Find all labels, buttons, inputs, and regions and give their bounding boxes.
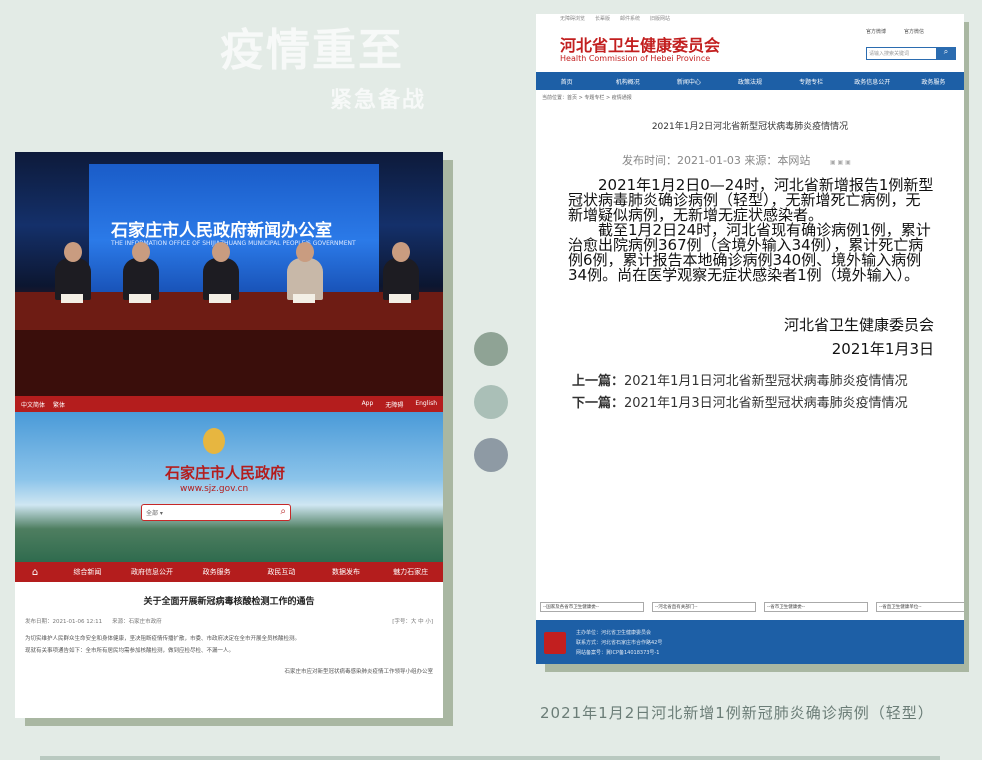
nav-item[interactable]: 政务服务 <box>184 567 249 577</box>
nav-item[interactable]: 机构概况 <box>597 77 658 86</box>
app-link[interactable]: App <box>362 400 374 409</box>
name-plaque <box>209 294 231 303</box>
nav-item[interactable]: 新闻中心 <box>658 77 719 86</box>
accessibility-link[interactable]: 无障碍 <box>385 400 403 409</box>
social-links: 官方微博 官方微信 <box>866 28 924 35</box>
screen-title: 石家庄市人民政府新闻办公室 <box>111 221 332 241</box>
article-body: 2021年1月2日0—24时，河北省新增报告1例新型冠状病毒肺炎确诊病例（轻型）… <box>536 168 964 283</box>
decor-dot <box>474 332 508 366</box>
caption: 2021年1月2日河北新增1例新冠肺炎确诊病例（轻型） <box>540 704 934 722</box>
related-site-select[interactable]: --河北省直有关部门-- <box>652 602 756 612</box>
site-header: 河北省卫生健康委员会 Health Commission of Hebei Pr… <box>536 24 964 72</box>
signature-date: 2021年1月3日 <box>831 340 934 358</box>
article-meta: 发布日期：2021-01-06 12:11 来源：石家庄市政府 [字号：大 中 … <box>15 607 443 625</box>
search-input[interactable]: 请输入搜索关键词 ⌕ <box>866 47 956 60</box>
article-line: 现就有关事项通告如下：全市所有居民均需参加核酸检测，做到应检尽检、不漏一人。 <box>25 648 235 654</box>
national-emblem-icon <box>203 428 225 454</box>
nav-item[interactable]: 首页 <box>536 77 597 86</box>
name-plaque <box>61 294 83 303</box>
org-name: 河北省卫生健康委员会 <box>560 36 721 55</box>
search-icon[interactable]: ⌕ <box>280 506 286 517</box>
article-line: 为切实维护人民群众生命安全和身体健康，坚决阻断疫情传播扩散，市委、市政府决定在全… <box>25 636 301 642</box>
font-size-control[interactable]: [字号：大 中 小] <box>392 617 433 625</box>
signature-org: 河北省卫生健康委员会 <box>783 316 934 334</box>
name-plaque <box>129 294 151 303</box>
top-link[interactable]: 无障碍浏览 <box>560 15 585 23</box>
lang-traditional-link[interactable]: 繁体 <box>53 400 65 409</box>
name-plaque <box>389 294 411 303</box>
home-icon[interactable]: ⌂ <box>15 567 55 578</box>
top-link[interactable]: 邮件系统 <box>620 15 640 23</box>
english-link[interactable]: English <box>415 400 437 409</box>
site-topbar: 中文简体 繁体 App 无障碍 English <box>15 396 443 412</box>
article-title: 关于全面开展新冠病毒核酸检测工作的通告 <box>143 597 315 607</box>
site-hero: 石家庄市人民政府 www.sjz.gov.cn 全部 ▾ ⌕ <box>15 412 443 562</box>
article-body: 为切实维护人民群众生命安全和身体健康，坚决阻断疫情传播扩散，市委、市政府决定在全… <box>15 625 443 657</box>
nav-item[interactable]: 政策法规 <box>719 77 780 86</box>
prev-next-links: 上一篇：2021年1月1日河北省新型冠状病毒肺炎疫情情况 下一篇：2021年1月… <box>536 361 964 415</box>
site-name: 石家庄市人民政府 <box>165 464 286 482</box>
nav-item[interactable]: 综合新闻 <box>55 567 120 577</box>
article-meta: 发布时间：2021-01-03 来源：本网站 ▣ ▣ ▣ <box>622 154 851 167</box>
nav-item[interactable]: 数据发布 <box>314 567 379 577</box>
org-name-en: Health Commission of Hebei Province <box>560 54 711 63</box>
footer-line: 网站备案号：冀ICP备14018373号-1 <box>576 650 660 656</box>
headline-title: 疫情重至 <box>220 25 404 76</box>
top-links: 无障碍浏览 长辈版 邮件系统 旧版网站 <box>536 14 964 24</box>
article-title: 2021年1月2日河北省新型冠状病毒肺炎疫情情况 <box>651 122 849 132</box>
prev-article-link[interactable]: 上一篇：2021年1月1日河北省新型冠状病毒肺炎疫情情况 <box>572 371 934 393</box>
site-search-input[interactable]: 全部 ▾ ⌕ <box>141 504 291 521</box>
nav-item[interactable]: 政务服务 <box>903 77 964 86</box>
decor-dot <box>474 438 508 472</box>
site-footer: 主办单位：河北省卫生健康委员会 联系方式：河北省石家庄市合作路42号 网站备案号… <box>536 620 964 664</box>
conference-desk-front <box>15 330 443 396</box>
wechat-link[interactable]: 官方微信 <box>904 28 924 35</box>
signature: 河北省卫生健康委员会 2021年1月3日 <box>536 313 964 361</box>
nav-item[interactable]: 政府信息公开 <box>120 567 185 577</box>
article-paragraph: 截至1月2日24时，河北省现有确诊病例1例，累计治愈出院病例367例（含境外输入… <box>568 221 931 284</box>
main-nav: 首页 机构概况 新闻中心 政策法规 专题专栏 政务信息公开 政务服务 <box>536 72 964 90</box>
share-tools-icon[interactable]: ▣ ▣ ▣ <box>830 159 851 166</box>
decor-dot <box>474 385 508 419</box>
related-site-select[interactable]: --省市卫生健康委-- <box>764 602 868 612</box>
article-footer: 石家庄市应对新型冠状病毒感染肺炎疫情工作领导小组办公室 <box>284 669 433 675</box>
article-paragraph: 2021年1月2日0—24时，河北省新增报告1例新型冠状病毒肺炎确诊病例（轻型）… <box>568 176 934 224</box>
nav-item[interactable]: 魅力石家庄 <box>378 567 443 577</box>
lang-simplified-link[interactable]: 中文简体 <box>21 400 45 409</box>
next-article-link[interactable]: 下一篇：2021年1月3日河北省新型冠状病毒肺炎疫情情况 <box>572 393 934 415</box>
top-link[interactable]: 长辈版 <box>595 15 610 23</box>
weibo-link[interactable]: 官方微博 <box>866 28 886 35</box>
related-site-selects: --国家及各省市卫生健康委-- --河北省直有关部门-- --省市卫生健康委--… <box>540 602 964 612</box>
hebei-health-website: 无障碍浏览 长辈版 邮件系统 旧版网站 河北省卫生健康委员会 Health Co… <box>536 14 964 664</box>
site-logo-icon <box>544 632 566 654</box>
nav-item[interactable]: 政务信息公开 <box>842 77 903 86</box>
sjz-gov-website: 中文简体 繁体 App 无障碍 English 石家庄市人民政府 www.sjz… <box>15 396 443 718</box>
nav-item[interactable]: 政民互动 <box>249 567 314 577</box>
site-nav: ⌂ 综合新闻 政府信息公开 政务服务 政民互动 数据发布 魅力石家庄 <box>15 562 443 582</box>
top-link[interactable]: 旧版网站 <box>650 15 670 23</box>
footer-line: 主办单位：河北省卫生健康委员会 <box>576 630 652 636</box>
article-source: 来源：石家庄市政府 <box>112 619 162 625</box>
site-url[interactable]: www.sjz.gov.cn <box>180 484 248 494</box>
bottom-divider <box>40 756 940 760</box>
headline-subtitle: 紧急备战 <box>330 88 427 113</box>
related-site-select[interactable]: --国家及各省市卫生健康委-- <box>540 602 644 612</box>
breadcrumb: 当前位置：首页 > 专题专栏 > 疫情通报 <box>542 95 632 101</box>
search-icon[interactable]: ⌕ <box>936 47 956 60</box>
nav-item[interactable]: 专题专栏 <box>781 77 842 86</box>
footer-line: 联系方式：河北省石家庄市合作路42号 <box>576 640 663 646</box>
press-conference-photo: 石家庄市人民政府新闻办公室 THE INFORMATION OFFICE OF … <box>15 152 443 396</box>
related-site-select[interactable]: --省直卫生健康单位-- <box>876 602 964 612</box>
name-plaque <box>293 294 315 303</box>
article-date: 发布日期：2021-01-06 12:11 <box>25 619 103 625</box>
